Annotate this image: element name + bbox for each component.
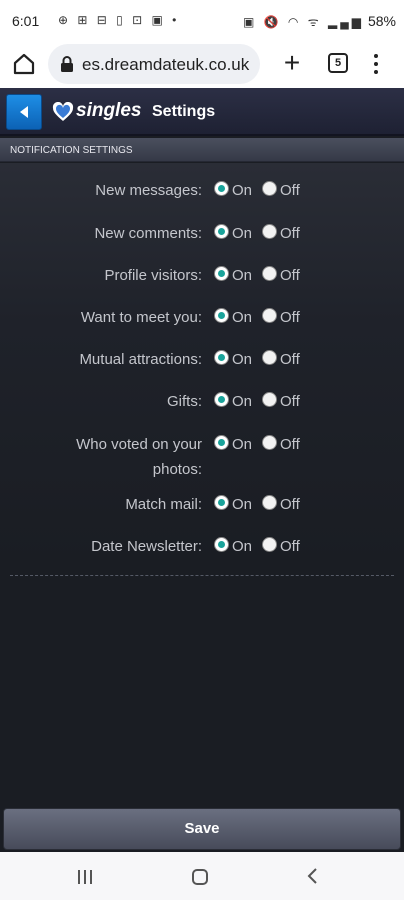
radio-on-label: On [232,393,253,410]
system-nav-bar [0,852,404,900]
radio-on-label: On [232,225,253,242]
radio-off-new-messages[interactable] [262,181,277,196]
radio-off-who-voted[interactable] [262,435,277,450]
radio-off-gifts[interactable] [262,392,277,407]
radio-off-label: Off [280,538,300,555]
radio-on-mutual-attractions[interactable] [214,350,229,365]
lock-icon [60,56,74,72]
radio-on-label: On [232,182,253,199]
save-button[interactable]: Save [3,808,401,850]
divider [10,575,394,576]
status-bar: 6:01 ⊕ ⊞ ⊟ ▯ ⊡ ▣ • ▣ 🔇 ◠ ᯤ ▂▄▆ 58% [0,0,404,40]
setting-label: New messages: [95,182,202,199]
radio-off-want-to-meet-you[interactable] [262,308,277,323]
setting-label: Match mail: [125,496,202,513]
radio-off-mutual-attractions[interactable] [262,350,277,365]
setting-label: Want to meet you: [80,309,202,326]
tab-switcher-button[interactable]: 5 [328,53,348,73]
setting-row-who-voted-on-photos: Who voted on your photos: On Off [0,432,404,484]
app-header: singles Settings [0,88,404,136]
status-time: 6:01 [12,13,40,29]
setting-label: Mutual attractions: [79,351,202,368]
page-title: Settings [152,103,216,120]
home-icon[interactable] [10,50,38,78]
battery-level: 58% [367,13,396,29]
radio-on-new-messages[interactable] [214,181,229,196]
radio-off-label: Off [280,225,300,242]
radio-off-new-comments[interactable] [262,224,277,239]
address-bar[interactable]: es.dreamdateuk.co.uk [48,44,260,84]
heart-icon [52,102,74,121]
section-title: NOTIFICATION SETTINGS [10,145,133,156]
logo-text: singles [76,100,142,121]
setting-row-match-mail: Match mail: On Off [0,492,404,528]
new-tab-button[interactable]: + [278,48,306,80]
back-button[interactable] [6,94,42,130]
home-nav-icon[interactable] [192,869,208,885]
setting-row-profile-visitors: Profile visitors: On Off [0,263,404,299]
notification-icons: ⊕ ⊞ ⊟ ▯ ⊡ ▣ • [58,13,180,27]
setting-label: Gifts: [166,393,202,410]
radio-on-label: On [232,538,253,555]
section-header: NOTIFICATION SETTINGS [0,138,404,162]
setting-row-date-newsletter: Date Newsletter: On Off [0,534,404,570]
radio-off-label: Off [280,496,300,513]
radio-on-match-mail[interactable] [214,495,229,510]
setting-row-gifts: Gifts: On Off [0,389,404,425]
radio-on-want-to-meet-you[interactable] [214,308,229,323]
notification-settings-list: New messages: On Off New comments: On Of… [0,163,404,808]
recents-icon[interactable] [78,870,96,884]
setting-label: Date Newsletter: [91,538,202,555]
setting-label: Profile visitors: [104,267,202,284]
radio-on-gifts[interactable] [214,392,229,407]
radio-on-date-newsletter[interactable] [214,537,229,552]
setting-label: New comments: [94,225,202,242]
radio-off-label: Off [280,436,300,453]
radio-on-who-voted[interactable] [214,435,229,450]
url-text: es.dreamdateuk.co.uk [82,55,250,74]
setting-row-mutual-attractions: Mutual attractions: On Off [0,347,404,383]
more-menu-icon[interactable] [368,50,384,78]
radio-on-label: On [232,496,253,513]
back-arrow-icon [20,106,28,118]
back-nav-icon[interactable] [306,867,318,885]
radio-on-profile-visitors[interactable] [214,266,229,281]
radio-off-date-newsletter[interactable] [262,537,277,552]
radio-off-label: Off [280,393,300,410]
radio-off-label: Off [280,267,300,284]
setting-row-new-comments: New comments: On Off [0,221,404,257]
radio-on-label: On [232,436,253,453]
radio-on-label: On [232,309,253,326]
radio-off-profile-visitors[interactable] [262,266,277,281]
system-icons: ▣ 🔇 ◠ ᯤ ▂▄▆ [242,15,364,29]
radio-off-label: Off [280,182,300,199]
browser-toolbar: es.dreamdateuk.co.uk + 5 [0,40,404,88]
radio-off-match-mail[interactable] [262,495,277,510]
radio-on-label: On [232,267,253,284]
setting-label: Who voted on your photos: [76,436,202,478]
radio-off-label: Off [280,351,300,368]
radio-on-new-comments[interactable] [214,224,229,239]
setting-row-new-messages: New messages: On Off [0,178,404,214]
radio-on-label: On [232,351,253,368]
radio-off-label: Off [280,309,300,326]
setting-row-want-to-meet-you: Want to meet you: On Off [0,305,404,341]
